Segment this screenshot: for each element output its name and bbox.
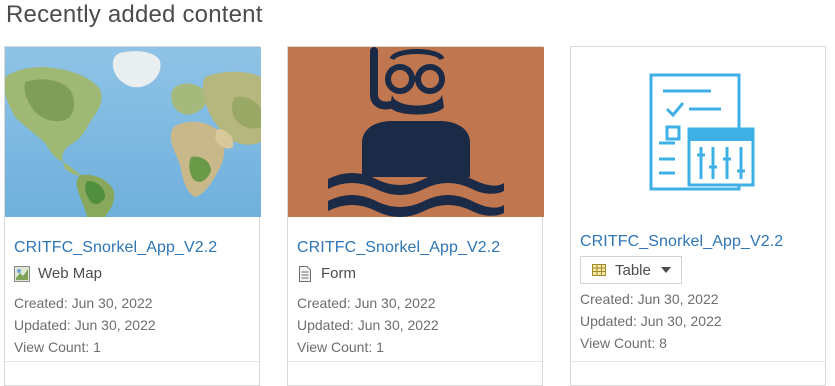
web-map-thumbnail[interactable] bbox=[5, 47, 261, 217]
web-map-icon bbox=[14, 265, 30, 282]
item-metadata: Created: Jun 30, 2022 Updated: Jun 30, 2… bbox=[14, 292, 251, 358]
card-title-link[interactable]: CRITFC_Snorkel_App_V2.2 bbox=[580, 233, 817, 251]
content-card-form[interactable]: CRITFC_Snorkel_App_V2.2 Form Created: Ju… bbox=[287, 46, 544, 386]
view-count: View Count: 8 bbox=[580, 335, 667, 351]
table-form-illustration bbox=[649, 73, 755, 191]
item-type-label: Form bbox=[321, 265, 356, 282]
item-type: Web Map bbox=[14, 265, 251, 282]
table-icon bbox=[591, 262, 607, 278]
content-card-web-map[interactable]: CRITFC_Snorkel_App_V2.2 Web Map Created:… bbox=[4, 46, 261, 386]
card-divider bbox=[571, 361, 825, 362]
chevron-down-icon bbox=[660, 267, 671, 273]
item-type: Form bbox=[297, 265, 534, 282]
section-title: Recently added content bbox=[6, 1, 263, 28]
item-type-dropdown[interactable]: Table bbox=[580, 256, 682, 284]
form-thumbnail[interactable] bbox=[288, 47, 544, 217]
card-title-link[interactable]: CRITFC_Snorkel_App_V2.2 bbox=[297, 239, 534, 257]
created-date: Created: Jun 30, 2022 bbox=[14, 295, 153, 311]
view-count: View Count: 1 bbox=[297, 339, 384, 355]
item-metadata: Created: Jun 30, 2022 Updated: Jun 30, 2… bbox=[580, 288, 817, 354]
updated-date: Updated: Jun 30, 2022 bbox=[297, 317, 439, 333]
view-count: View Count: 1 bbox=[14, 339, 101, 355]
form-document-icon bbox=[297, 265, 313, 282]
item-metadata: Created: Jun 30, 2022 Updated: Jun 30, 2… bbox=[297, 292, 534, 358]
world-map-image bbox=[5, 47, 261, 217]
card-divider bbox=[5, 361, 259, 362]
content-card-table[interactable]: CRITFC_Snorkel_App_V2.2 Table Created: J… bbox=[570, 46, 826, 386]
snorkeler-image bbox=[288, 47, 544, 217]
created-date: Created: Jun 30, 2022 bbox=[580, 291, 719, 307]
updated-date: Updated: Jun 30, 2022 bbox=[14, 317, 156, 333]
created-date: Created: Jun 30, 2022 bbox=[297, 295, 436, 311]
item-type-label: Table bbox=[615, 261, 651, 279]
card-divider bbox=[288, 361, 542, 362]
updated-date: Updated: Jun 30, 2022 bbox=[580, 313, 722, 329]
card-title-link[interactable]: CRITFC_Snorkel_App_V2.2 bbox=[14, 239, 251, 257]
table-thumbnail[interactable] bbox=[571, 47, 827, 217]
item-type-label: Web Map bbox=[38, 265, 102, 282]
